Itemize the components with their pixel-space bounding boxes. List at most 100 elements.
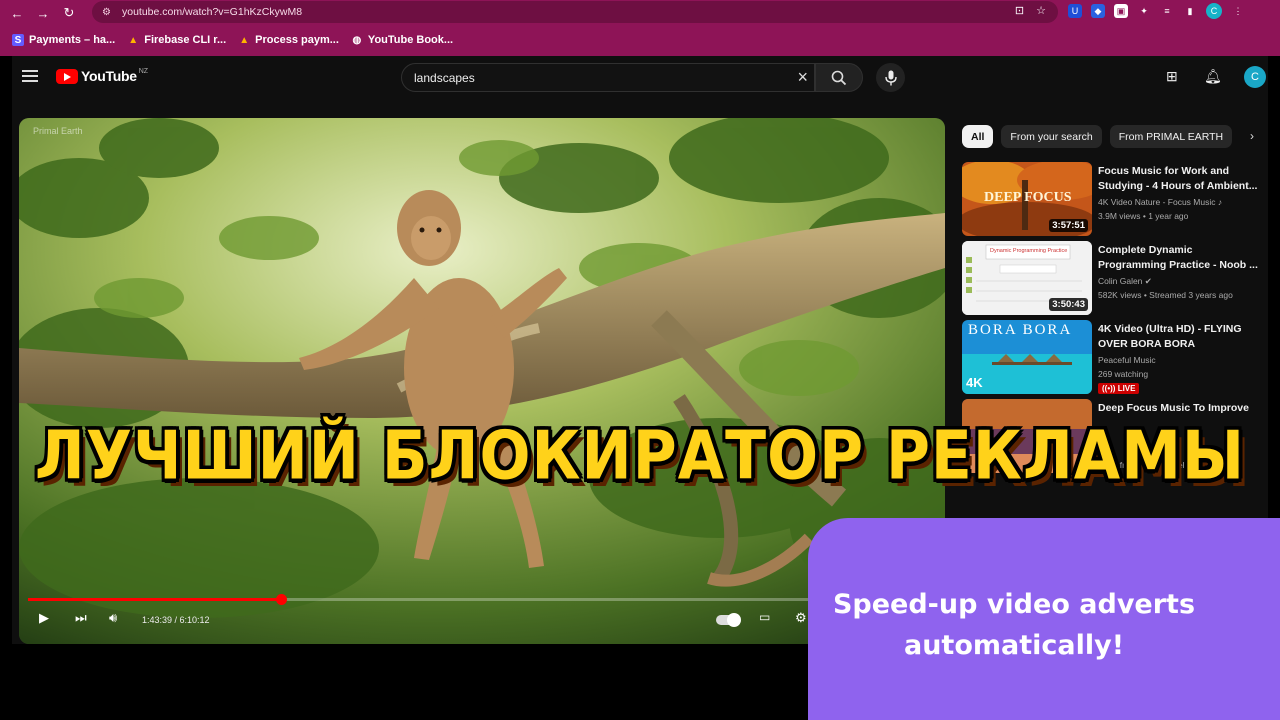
video-stats: 3.9M views • 1 year ago [1098, 211, 1189, 221]
url-text: youtube.com/watch?v=G1hKzCkywM8 [122, 6, 303, 18]
recommendation-item[interactable]: DEEP FOCUS 3:57:51 Focus Music for Work … [962, 162, 1262, 236]
live-badge: ((•)) LIVE [1098, 383, 1140, 394]
live-label: LIVE [1117, 384, 1136, 393]
bookmark-label: Payments – ha... [29, 34, 116, 46]
globe-icon: ◍ [352, 34, 362, 46]
thumbnail-caption: Dynamic Programming Practice [990, 248, 1068, 254]
youtube-header: YouTube NZ landscapes × ⊞ 🔔︎ C [12, 56, 1268, 100]
4k-badge: 4K [966, 375, 983, 390]
bookmark-label: Process paym... [255, 34, 339, 46]
browser-chrome: ← → ↻ ⚙ youtube.com/watch?v=G1hKzCkywM8 … [0, 0, 1280, 56]
install-app-icon[interactable]: ⊡ [1015, 4, 1024, 17]
video-title[interactable]: Focus Music for Work and Studying - 4 Ho… [1098, 164, 1260, 194]
bookmark-label: Firebase CLI r... [144, 34, 227, 46]
time-display: 1:43:39 / 6:10:12 [142, 615, 210, 625]
sidebar-icon[interactable]: ▮ [1183, 4, 1197, 18]
video-player[interactable]: Primal Earth ▶ ⏭ 🔊︎ 1:43:39 / 6:10:12 ▭ … [19, 118, 945, 644]
recommendation-item[interactable]: BORA BORA 4K 4K Video (Ultra HD) - FLYIN… [962, 320, 1262, 394]
channel-name[interactable]: 4K Video Nature - Focus Music ♪ [1098, 197, 1222, 207]
channel-name[interactable]: Colin Galen ✔ [1098, 276, 1152, 287]
clear-search-icon[interactable]: × [797, 67, 808, 87]
video-thumbnail[interactable]: Dynamic Programming Practice 3:50:43 [962, 241, 1092, 315]
extension-icon[interactable]: ◆ [1091, 4, 1105, 18]
create-video-icon[interactable]: ⊞ [1166, 68, 1178, 85]
search-icon [831, 70, 847, 85]
volume-icon[interactable]: 🔊︎ [109, 610, 117, 626]
next-video-icon[interactable]: ⏭ [75, 610, 87, 626]
extensions-bar: U ◆ ▣ ✦ ≡ ▮ C ⋮ [1068, 3, 1245, 19]
subtitles-icon[interactable]: ▭ [759, 610, 770, 624]
autoplay-toggle[interactable] [716, 613, 741, 627]
bookmark-label: YouTube Book... [367, 34, 454, 46]
bookmark-item[interactable]: S Payments – ha... [12, 34, 115, 46]
reload-icon[interactable]: ↻ [60, 4, 78, 22]
bookmark-item[interactable]: ▲ Firebase CLI r... [127, 34, 226, 46]
promo-callout: Speed-up video adverts automatically! [808, 518, 1280, 720]
banner-text: ЛУЧШИЙ БЛОКИРАТОР РЕКЛАМЫ [34, 416, 1246, 496]
video-title[interactable]: 4K Video (Ultra HD) - FLYING OVER BORA B… [1098, 322, 1260, 352]
site-settings-icon[interactable]: ⚙ [102, 7, 116, 18]
screenshot-root: ← → ↻ ⚙ youtube.com/watch?v=G1hKzCkywM8 … [0, 0, 1280, 720]
back-icon[interactable]: ← [8, 4, 26, 22]
microphone-icon [884, 70, 897, 85]
title-banner: ЛУЧШИЙ БЛОКИРАТОР РЕКЛАМЫ [0, 408, 1280, 504]
region-code: NZ [138, 67, 149, 75]
progress-bar[interactable] [28, 594, 933, 605]
firebase-icon: ▲ [239, 34, 250, 46]
extension-icon[interactable]: ▣ [1114, 4, 1128, 18]
video-thumbnail[interactable]: DEEP FOCUS 3:57:51 [962, 162, 1092, 236]
chip-from-your-search[interactable]: From your search [1001, 125, 1102, 148]
forward-icon[interactable]: → [34, 4, 52, 22]
chip-all[interactable]: All [962, 125, 994, 148]
search-button[interactable] [815, 63, 863, 92]
video-title[interactable]: Complete Dynamic Programming Practice - … [1098, 243, 1260, 273]
live-signal-icon: ((•)) [1102, 384, 1118, 393]
channel-label: Colin Galen [1098, 276, 1143, 286]
progress-scrubber[interactable] [276, 594, 287, 605]
puzzle-icon[interactable]: ✦ [1137, 4, 1151, 18]
logo-text: YouTube [81, 68, 137, 84]
channel-watermark: Primal Earth [33, 126, 83, 136]
bookmark-item[interactable]: ▲ Process paym... [238, 34, 339, 46]
promo-line: automatically! [903, 630, 1125, 661]
video-stats: 582K views • Streamed 3 years ago [1098, 290, 1233, 300]
channel-label: 4K Video Nature - Focus Music [1098, 197, 1216, 207]
extension-icon[interactable]: U [1068, 4, 1082, 18]
recommendation-item[interactable]: Dynamic Programming Practice 3:50:43 Com… [962, 241, 1262, 315]
play-icon[interactable]: ▶ [39, 610, 49, 626]
search-input[interactable]: landscapes × [401, 63, 815, 92]
progress-played [28, 598, 281, 601]
search-query: landscapes [414, 71, 475, 85]
verified-check-icon: ✔ [1144, 276, 1152, 286]
menu-kebab-icon[interactable]: ⋮ [1231, 4, 1245, 18]
voice-search-button[interactable] [876, 63, 905, 92]
thumbnail-caption: BORA BORA [968, 322, 1073, 338]
bookmarks-bar: S Payments – ha... ▲ Firebase CLI r... ▲… [0, 28, 1280, 52]
bookmark-item[interactable]: ◍ YouTube Book... [351, 34, 454, 46]
youtube-logo[interactable]: YouTube NZ [56, 68, 148, 84]
settings-gear-icon[interactable]: ⚙ [795, 610, 807, 626]
chevron-right-icon[interactable]: › [1250, 129, 1254, 143]
duration-badge: 3:57:51 [1049, 219, 1088, 232]
notifications-bell-icon[interactable]: 🔔︎ [1204, 68, 1222, 85]
bookmark-star-icon[interactable]: ☆ [1036, 4, 1046, 17]
video-stats: 269 watching [1098, 369, 1149, 379]
channel-name[interactable]: Peaceful Music [1098, 355, 1156, 365]
duration-badge: 3:50:43 [1049, 298, 1088, 311]
browser-profile-avatar[interactable]: C [1206, 3, 1222, 19]
reading-list-icon[interactable]: ≡ [1160, 4, 1174, 18]
video-frame-monkey-in-tree [19, 118, 945, 644]
hamburger-menu-icon[interactable] [22, 70, 38, 82]
stripe-icon: S [12, 34, 24, 46]
chip-from-channel[interactable]: From PRIMAL EARTH [1109, 125, 1233, 148]
music-note-icon: ♪ [1217, 197, 1223, 207]
youtube-play-logo-icon [56, 68, 78, 84]
account-avatar[interactable]: C [1244, 66, 1266, 88]
thumbnail-caption: DEEP FOCUS [984, 190, 1072, 205]
address-bar[interactable]: ⚙ youtube.com/watch?v=G1hKzCkywM8 ⊡ ☆ [92, 1, 1058, 23]
filter-chips: All From your search From PRIMAL EARTH [962, 125, 1233, 148]
video-thumbnail[interactable]: BORA BORA 4K [962, 320, 1092, 394]
promo-text: Speed-up video adverts automatically! [808, 584, 1220, 666]
firebase-icon: ▲ [128, 34, 139, 46]
promo-line: Speed-up video adverts [832, 589, 1196, 620]
